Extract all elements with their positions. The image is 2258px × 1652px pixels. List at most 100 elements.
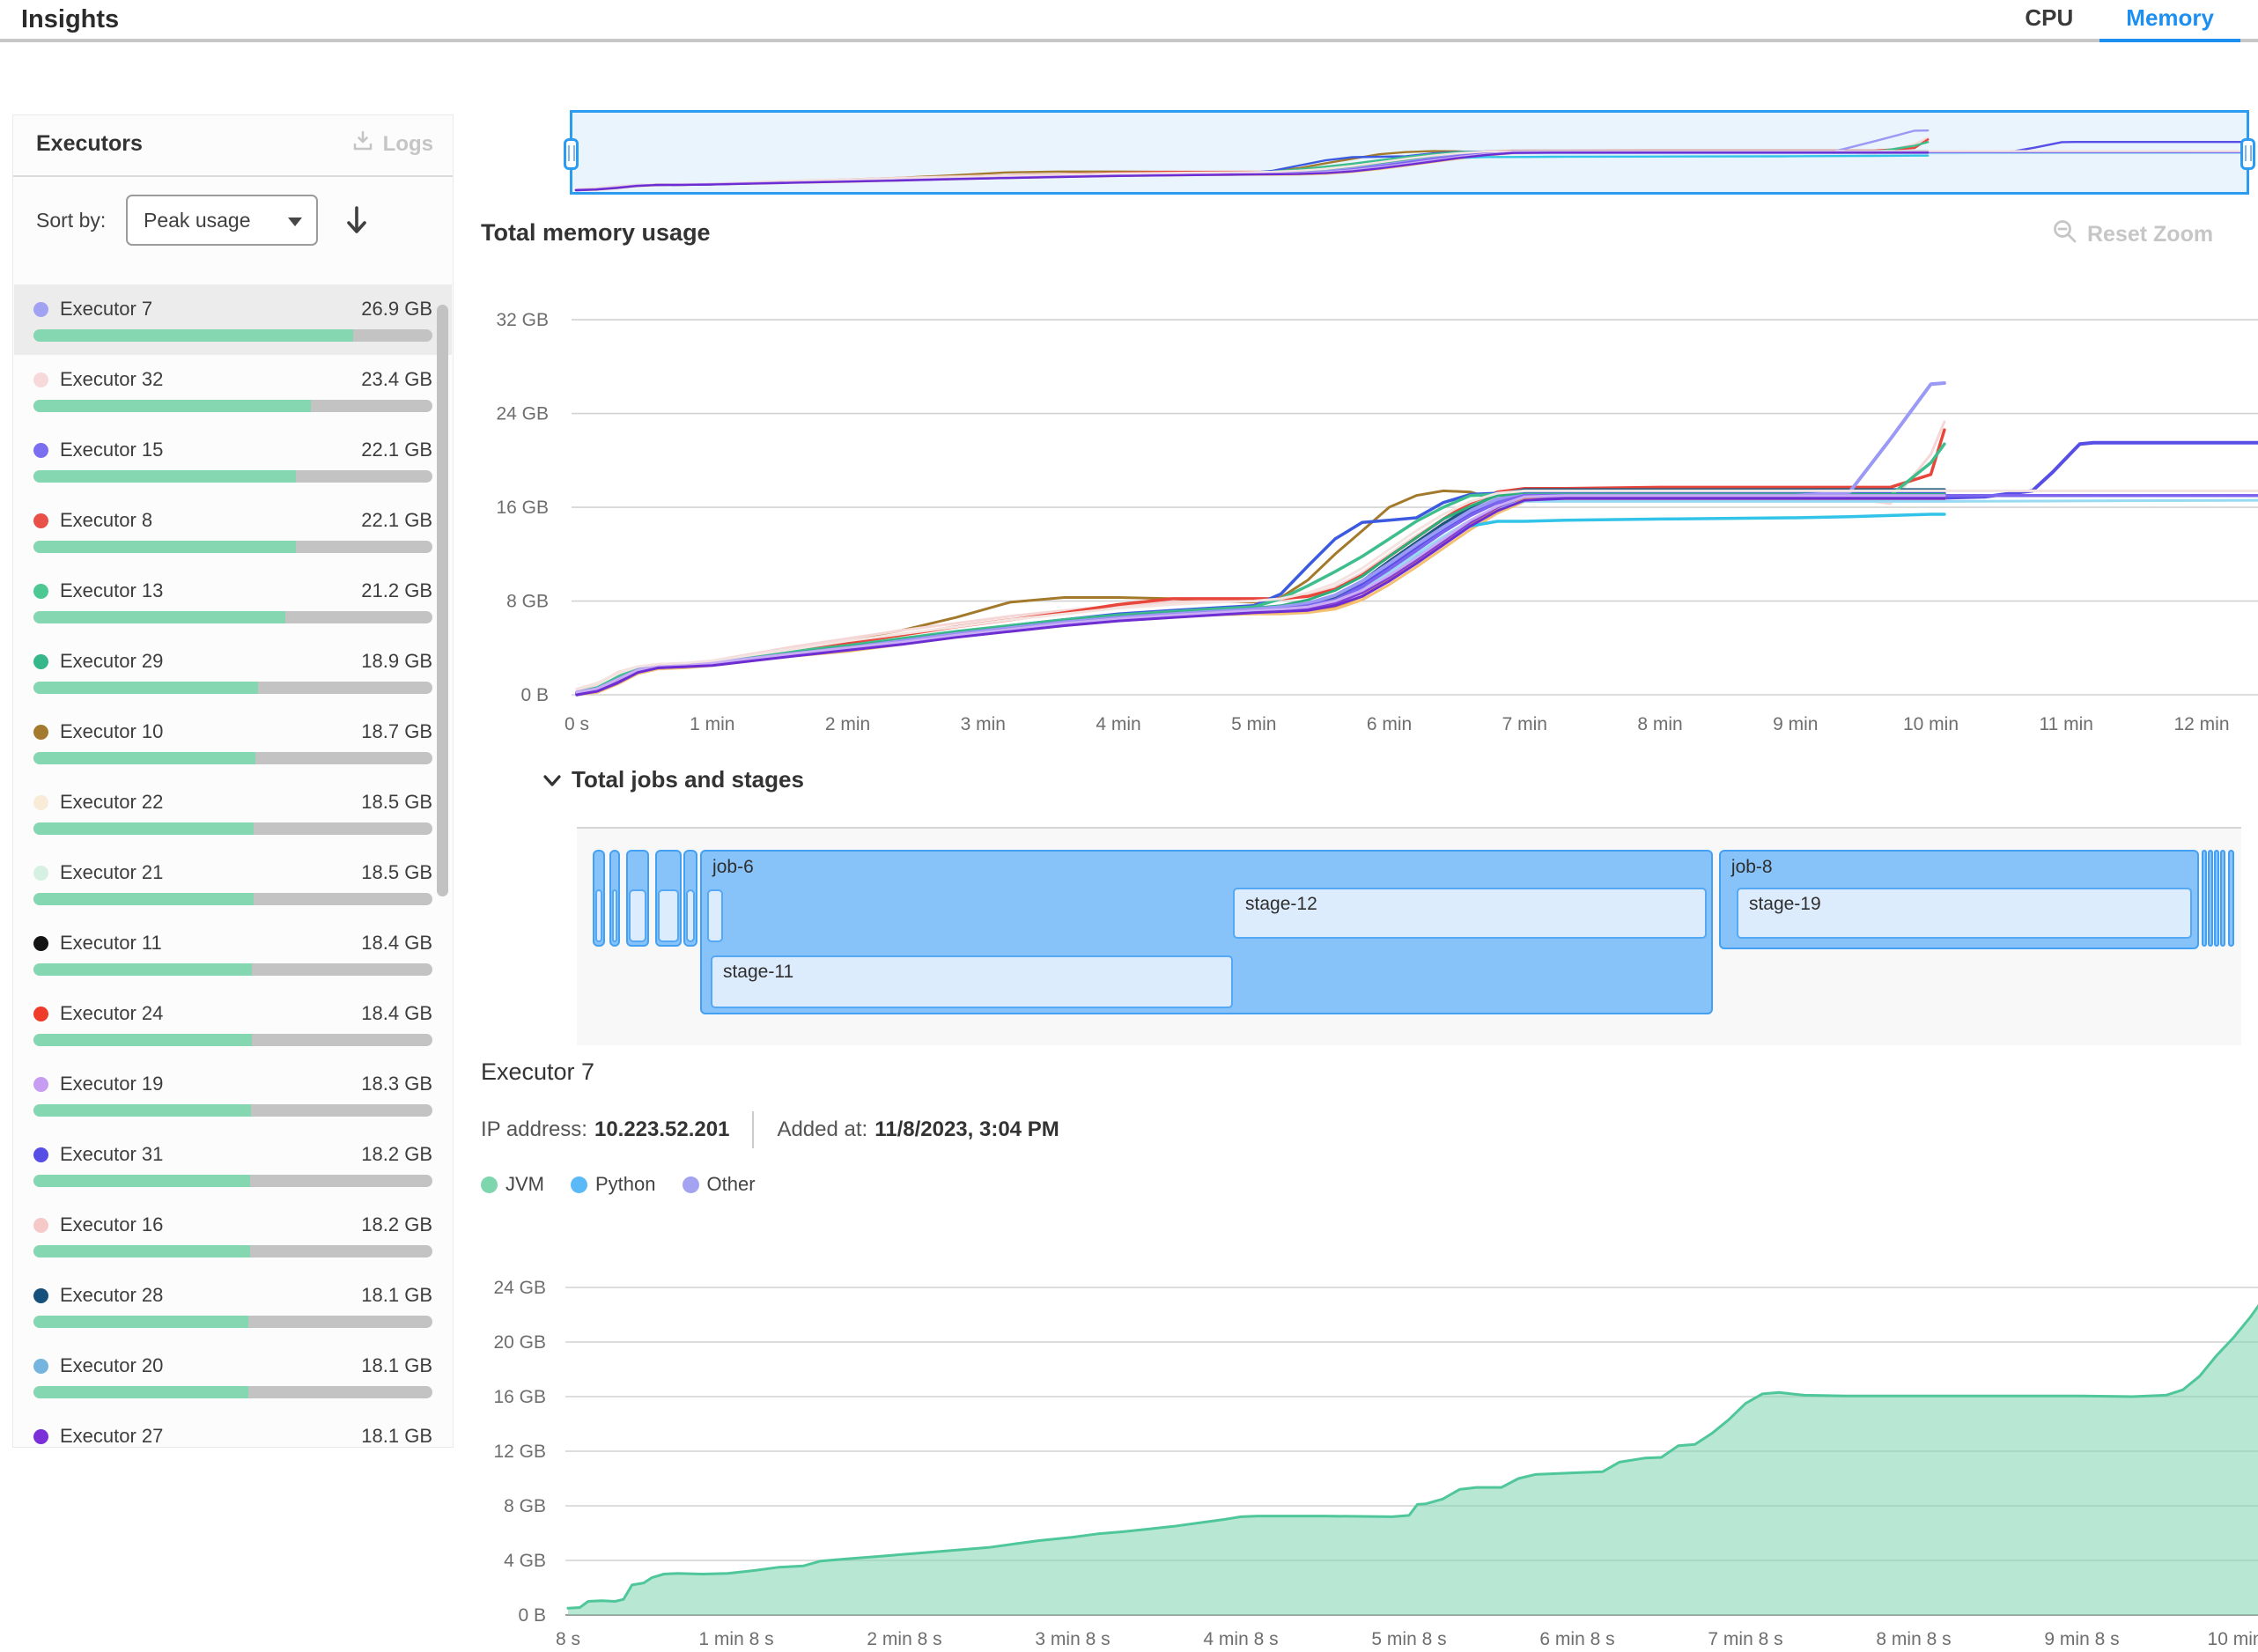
- executor-usage-fill: [33, 682, 258, 694]
- memory-type-legend: JVM Python Other: [481, 1173, 756, 1196]
- mini-stage-bar[interactable]: [612, 889, 617, 942]
- x-axis-tick: 7 min: [1502, 714, 1547, 734]
- executor-name: Executor 8: [60, 509, 361, 532]
- executor-peak-value: 18.2 GB: [361, 1213, 432, 1236]
- executor-usage-bar: [33, 1175, 432, 1187]
- executor-name: Executor 27: [60, 1425, 361, 1445]
- executor-list-item[interactable]: Executor 2018.1 GB: [14, 1341, 452, 1412]
- logs-button[interactable]: Logs: [351, 129, 433, 159]
- executor-usage-fill: [33, 963, 252, 976]
- executor-peak-value: 22.1 GB: [361, 509, 432, 532]
- arrow-down-icon: [343, 203, 370, 238]
- stage-box-stage-19[interactable]: stage-19: [1737, 888, 2192, 939]
- mini-stage-bar[interactable]: [658, 889, 679, 942]
- series-s-purple: [577, 497, 1944, 694]
- executor-usage-fill: [33, 1316, 248, 1328]
- executor-list-item[interactable]: Executor 1118.4 GB: [14, 918, 452, 989]
- executor-list-item[interactable]: Executor 2818.1 GB: [14, 1271, 452, 1341]
- executor-list-item[interactable]: Executor 822.1 GB: [14, 496, 452, 566]
- mini-stage-bar[interactable]: [629, 889, 646, 942]
- legend-dot: [571, 1176, 587, 1193]
- legend-dot: [683, 1176, 699, 1193]
- executor-color-dot: [33, 302, 48, 317]
- zoom-brush[interactable]: [570, 110, 2249, 195]
- stage-box-stage-11[interactable]: stage-11: [711, 955, 1233, 1008]
- memory-chart-title: Total memory usage: [481, 219, 711, 247]
- executor-usage-bar: [33, 470, 432, 483]
- legend-item-jvm[interactable]: JVM: [481, 1173, 544, 1196]
- mini-job-bar[interactable]: [2214, 850, 2219, 947]
- executor-list-scrollbar[interactable]: [437, 305, 448, 896]
- executor-list-item[interactable]: Executor 2218.5 GB: [14, 778, 452, 848]
- legend-dot: [481, 1176, 498, 1193]
- y-axis-tick: 16 GB: [496, 498, 549, 518]
- mini-stage-bar[interactable]: [595, 889, 602, 942]
- y-axis-tick: 12 GB: [493, 1442, 546, 1462]
- x-axis-tick: 8 min 8 s: [1876, 1629, 1951, 1649]
- executor-list-item[interactable]: Executor 1522.1 GB: [14, 425, 452, 496]
- executor-memory-area-chart[interactable]: 24 GB20 GB16 GB12 GB8 GB4 GB0 B8 s1 min …: [480, 1228, 2258, 1652]
- stage-box-stage-12[interactable]: stage-12: [1233, 888, 1707, 939]
- executor-peak-value: 21.2 GB: [361, 579, 432, 602]
- x-axis-tick: 10 min: [1903, 714, 1959, 734]
- executor-usage-fill: [33, 611, 285, 623]
- executor-list-item[interactable]: Executor 2118.5 GB: [14, 848, 452, 918]
- executor-list-item[interactable]: Executor 1918.3 GB: [14, 1059, 452, 1130]
- executors-panel: Executors Logs Sort by: Peak usage: [12, 114, 454, 1448]
- tab-memory[interactable]: Memory: [2099, 0, 2240, 42]
- executor-color-dot: [33, 372, 48, 387]
- jobs-section-toggle[interactable]: Total jobs and stages: [540, 766, 804, 793]
- executor-list-item[interactable]: Executor 2418.4 GB: [14, 989, 452, 1059]
- total-memory-chart[interactable]: 32 GB24 GB16 GB8 GB0 B0 s1 min2 min3 min…: [480, 264, 2258, 744]
- series-s-royalblue: [577, 493, 1944, 695]
- brush-handle-left[interactable]: [564, 138, 579, 170]
- stage-box-stage-12-label: stage-12: [1245, 894, 1317, 915]
- executor-list-item[interactable]: Executor 1321.2 GB: [14, 566, 452, 637]
- mini-job-bar[interactable]: [2228, 850, 2234, 947]
- series-s-darkviolet: [577, 498, 1944, 695]
- stage-box-stage-11-label: stage-11: [723, 962, 793, 983]
- sort-select[interactable]: Peak usage: [126, 195, 318, 246]
- executor-usage-fill: [33, 541, 296, 553]
- legend-item-other[interactable]: Other: [683, 1173, 756, 1196]
- executor-usage-fill: [33, 822, 254, 835]
- executor-peak-value: 18.1 GB: [361, 1354, 432, 1377]
- brush-handle-right[interactable]: [2240, 138, 2255, 170]
- sort-row: Sort by: Peak usage: [13, 177, 453, 274]
- page-title: Insights: [21, 5, 119, 34]
- legend-item-python[interactable]: Python: [571, 1173, 656, 1196]
- executor-peak-value: 18.3 GB: [361, 1073, 432, 1095]
- executor-color-dot: [33, 1429, 48, 1444]
- y-axis-tick: 8 GB: [504, 1496, 546, 1516]
- mini-stage-bar[interactable]: [686, 889, 695, 942]
- executor-list-item[interactable]: Executor 1018.7 GB: [14, 707, 452, 778]
- mini-job-bar[interactable]: [2220, 850, 2225, 947]
- reset-zoom-button[interactable]: Reset Zoom: [2052, 218, 2213, 251]
- executor-name: Executor 19: [60, 1073, 361, 1095]
- executor-usage-fill: [33, 1175, 250, 1187]
- executor-list-item[interactable]: Executor 2718.1 GB: [14, 1412, 452, 1445]
- chevron-down-icon: [540, 768, 564, 793]
- mini-job-bar[interactable]: [2202, 850, 2207, 947]
- executor-list-item[interactable]: Executor 2918.9 GB: [14, 637, 452, 707]
- executor-usage-fill: [33, 893, 254, 905]
- executor-name: Executor 28: [60, 1284, 361, 1307]
- y-axis-tick: 16 GB: [493, 1387, 546, 1407]
- executor-usage-bar: [33, 682, 432, 694]
- x-axis-tick: 11 min: [2040, 714, 2093, 734]
- executor-usage-bar: [33, 1386, 432, 1398]
- tab-cpu[interactable]: CPU: [1998, 0, 2099, 42]
- executor-usage-fill: [33, 329, 353, 342]
- executor-usage-bar: [33, 822, 432, 835]
- executor-usage-bar: [33, 1316, 432, 1328]
- executor-list-item[interactable]: Executor 726.9 GB: [14, 284, 452, 355]
- sort-direction-button[interactable]: [337, 196, 376, 244]
- chevron-down-icon: [288, 218, 302, 226]
- mini-job-bar[interactable]: [2208, 850, 2213, 947]
- x-axis-tick: 3 min 8 s: [1035, 1629, 1110, 1649]
- jobs-stages-gantt: job-6stage-12stage-11job-8stage-19: [577, 827, 2241, 1045]
- executor-list-item[interactable]: Executor 1618.2 GB: [14, 1200, 452, 1271]
- executor-list-item[interactable]: Executor 3223.4 GB: [14, 355, 452, 425]
- executor-list-item[interactable]: Executor 3118.2 GB: [14, 1130, 452, 1200]
- stage-box[interactable]: [707, 889, 723, 942]
